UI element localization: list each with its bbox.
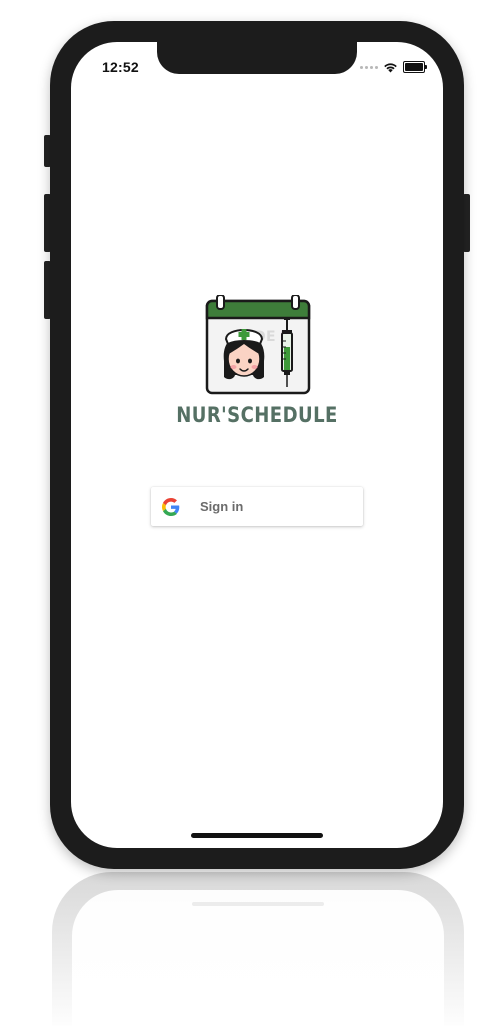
google-sign-in-button[interactable]: Sign in xyxy=(151,487,363,526)
power-button xyxy=(463,194,470,252)
google-icon xyxy=(162,497,180,516)
svg-text:E: E xyxy=(266,329,276,345)
phone-frame: 12:52 E NUR'SCHEDULE Sign in xyxy=(50,21,464,869)
notch xyxy=(157,42,357,74)
screen: 12:52 E NUR'SCHEDULE Sign in xyxy=(71,42,443,848)
phone-reflection xyxy=(52,872,464,1026)
app-screenshot: 12:52 E NUR'SCHEDULE Sign in xyxy=(0,0,504,1026)
status-time: 12:52 xyxy=(102,59,139,75)
wifi-icon xyxy=(384,62,397,72)
signal-dots-icon xyxy=(360,65,378,69)
home-indicator xyxy=(191,833,323,838)
status-icons xyxy=(360,61,427,73)
battery-icon xyxy=(403,61,427,73)
reflection-home-indicator xyxy=(192,902,324,906)
sign-in-label: Sign in xyxy=(200,499,244,514)
app-title: NUR'SCHEDULE xyxy=(176,403,338,427)
nurse-calendar-icon: T D E L xyxy=(205,295,311,395)
